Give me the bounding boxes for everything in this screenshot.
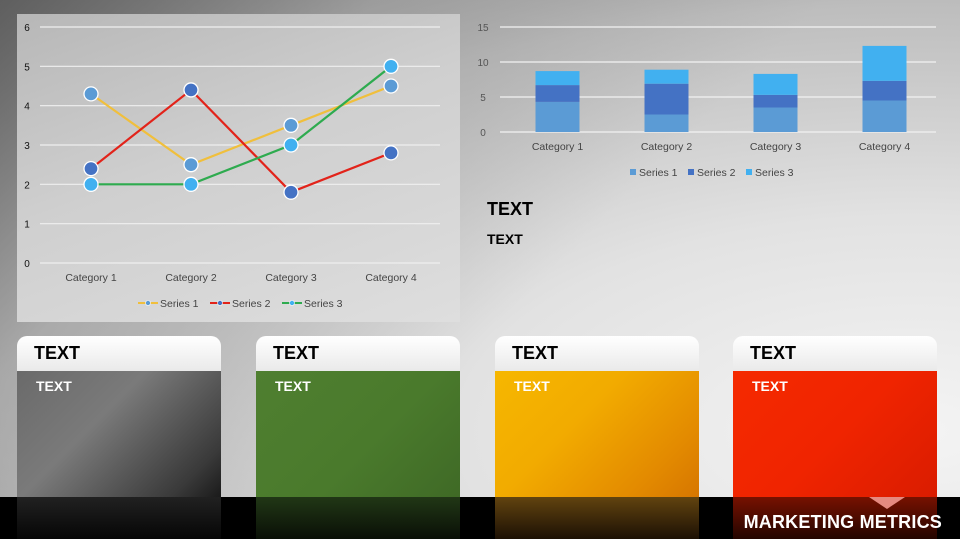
bar-segment <box>535 71 580 86</box>
y-tick-label: 15 <box>477 23 489 34</box>
y-tick-label: 3 <box>24 141 30 152</box>
side-subheading: TEXT <box>487 231 523 247</box>
bar-segment <box>862 80 907 101</box>
stacked-bar-chart: 0 5 10 15 Category 1 Category 2 Category 3 Cate… <box>477 23 936 179</box>
data-point <box>183 157 199 173</box>
x-tick-label: Category 1 <box>532 141 584 153</box>
legend-swatch <box>630 169 636 175</box>
x-tick-label: Category 3 <box>265 272 317 284</box>
legend-marker <box>145 300 151 306</box>
x-tick-label: Category 4 <box>859 141 911 153</box>
x-tick-label: Category 3 <box>750 141 802 153</box>
legend-label: Series 1 <box>160 298 199 310</box>
card-reflection <box>17 497 221 539</box>
bar-segment <box>535 85 580 102</box>
card-reflection <box>256 497 460 539</box>
y-tick-label: 2 <box>24 180 30 191</box>
card-text: TEXT <box>752 378 788 394</box>
legend-label: Series 3 <box>304 298 343 310</box>
bar-segment <box>753 107 798 132</box>
footer-title: MARKETING METRICS <box>743 512 942 532</box>
legend-label: Series 3 <box>755 167 794 179</box>
card-reflection <box>495 497 699 539</box>
card-title: TEXT <box>273 343 320 363</box>
y-tick-label: 6 <box>24 23 30 34</box>
y-tick-label: 0 <box>24 259 30 270</box>
series-line <box>90 84 392 166</box>
data-point <box>383 58 399 74</box>
x-tick-label: Category 4 <box>365 272 417 284</box>
data-point <box>83 160 99 177</box>
x-tick-label: Category 2 <box>165 272 217 284</box>
line-chart: 0 1 2 3 4 5 6 Category 1 Category 2 Category 3 Cat… <box>24 23 440 310</box>
data-point <box>83 176 99 192</box>
card-title: TEXT <box>512 343 559 363</box>
data-point <box>183 82 199 98</box>
data-point <box>283 117 299 133</box>
card-text: TEXT <box>36 378 72 394</box>
data-point <box>383 145 399 161</box>
data-point <box>83 86 99 102</box>
y-tick-label: 4 <box>24 102 30 113</box>
card-header: TEXT <box>256 336 460 372</box>
card-text: TEXT <box>275 378 311 394</box>
legend-swatch <box>746 169 752 175</box>
data-point <box>183 176 199 192</box>
bar-segment <box>644 83 689 115</box>
card-header: TEXT <box>495 336 699 372</box>
legend-label: Series 1 <box>639 167 678 179</box>
bar-segment <box>535 101 580 132</box>
bar-segment <box>862 45 907 81</box>
data-point <box>383 78 399 94</box>
card-header: TEXT <box>17 336 221 372</box>
y-tick-label: 0 <box>480 128 486 139</box>
data-point <box>283 137 299 153</box>
legend-label: Series 2 <box>232 298 271 310</box>
card-text: TEXT <box>514 378 550 394</box>
x-tick-label: Category 2 <box>641 141 693 153</box>
bar-segment <box>753 94 798 108</box>
legend-swatch <box>688 169 694 175</box>
x-tick-label: Category 1 <box>65 272 117 284</box>
card-title: TEXT <box>750 343 797 363</box>
legend-marker <box>217 300 223 306</box>
y-tick-label: 10 <box>477 58 489 69</box>
bar-segment <box>644 69 689 84</box>
data-point <box>283 184 299 200</box>
y-tick-label: 1 <box>24 220 30 231</box>
bar-segment <box>753 73 798 95</box>
y-tick-label: 5 <box>24 62 30 73</box>
y-tick-label: 5 <box>480 93 486 104</box>
side-heading: TEXT <box>487 199 534 219</box>
pointer-triangle-icon <box>869 497 905 509</box>
card-title: TEXT <box>34 343 81 363</box>
legend-label: Series 2 <box>697 167 736 179</box>
bar-segment <box>644 114 689 132</box>
card-header: TEXT <box>733 336 937 372</box>
bar-segment <box>862 100 907 132</box>
legend-marker <box>289 300 295 306</box>
